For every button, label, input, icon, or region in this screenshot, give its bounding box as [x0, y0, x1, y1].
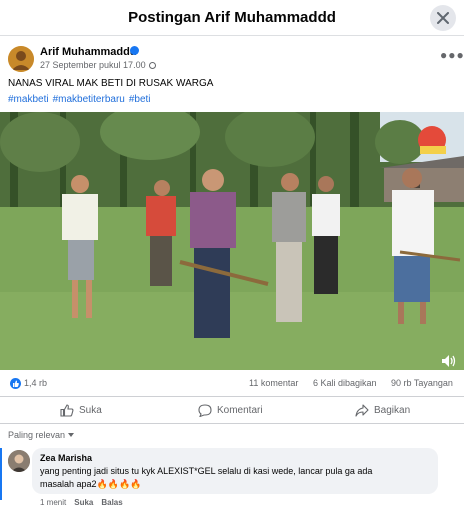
close-icon — [437, 12, 449, 24]
post-header: Arif Muhammaddd 27 September pukul 17.00… — [8, 44, 464, 74]
like-reaction-icon[interactable] — [10, 378, 21, 389]
reaction-count[interactable]: 1,4 rb — [24, 378, 47, 388]
share-label: Bagikan — [374, 405, 411, 416]
modal-title: Postingan Arif Muhammaddd — [128, 9, 336, 26]
hashtag-link[interactable]: #makbeti — [8, 94, 49, 105]
like-label: Suka — [79, 405, 102, 416]
comment-time[interactable]: 1 menit — [40, 498, 66, 507]
comment-count[interactable]: 11 komentar — [249, 378, 298, 388]
like-button[interactable]: Suka — [60, 397, 102, 424]
share-icon — [355, 404, 369, 417]
comment-reply-button[interactable]: Balas — [101, 498, 122, 507]
thumbs-up-icon — [60, 404, 74, 417]
volume-toggle[interactable] — [442, 354, 456, 372]
hashtag-link[interactable]: #makbetiterbaru — [53, 94, 125, 105]
action-bar: Suka Komentari Bagikan — [0, 396, 464, 424]
comment-actions: 1 menit Suka Balas — [40, 498, 131, 507]
view-count: 90 rb Tayangan — [391, 378, 453, 388]
hashtag-link[interactable]: #beti — [129, 94, 151, 105]
post-time[interactable]: 27 September pukul 17.00 — [40, 60, 146, 70]
share-count[interactable]: 6 Kali dibagikan — [313, 378, 377, 388]
comment-text-line: masalah apa2🔥🔥🔥🔥 — [40, 479, 142, 489]
sort-label: Paling relevan — [8, 430, 66, 440]
comment-button[interactable]: Komentari — [198, 397, 263, 424]
post-hashtags: #makbeti #makbetiterbaru #beti — [8, 94, 155, 105]
engagement-stats: 1,4 rb 11 komentar 6 Kali dibagikan 90 r… — [0, 374, 464, 394]
comment-icon — [198, 404, 212, 417]
author-avatar[interactable] — [8, 46, 34, 72]
comment-indicator — [0, 448, 2, 500]
commenter-avatar[interactable] — [8, 450, 30, 472]
share-button[interactable]: Bagikan — [355, 397, 410, 424]
comment-text-line: yang penting jadi situs tu kyk ALEXIST*G… — [40, 466, 373, 476]
modal-header: Postingan Arif Muhammaddd — [0, 0, 464, 36]
globe-icon — [148, 62, 156, 69]
comment-like-button[interactable]: Suka — [74, 498, 93, 507]
close-button[interactable] — [430, 5, 456, 31]
post-timestamp[interactable]: 27 September pukul 17.00 — [40, 60, 156, 70]
chevron-down-icon — [68, 433, 75, 437]
more-options-button[interactable]: ●●● — [440, 48, 464, 62]
comment-item: Zea Marisha yang penting jadi situs tu k… — [8, 448, 448, 508]
post-text: NANAS VIRAL MAK BETI DI RUSAK WARGA — [8, 78, 214, 89]
comment-bubble: Zea Marisha yang penting jadi situs tu k… — [32, 448, 438, 494]
speaker-icon — [442, 355, 456, 367]
commenter-name[interactable]: Zea Marisha — [40, 453, 430, 463]
verified-badge-icon — [130, 46, 139, 55]
author-name[interactable]: Arif Muhammaddd — [40, 46, 137, 58]
comment-label: Komentari — [217, 405, 263, 416]
post-video[interactable] — [0, 112, 464, 370]
comment-sort-dropdown[interactable]: Paling relevan — [8, 430, 75, 440]
